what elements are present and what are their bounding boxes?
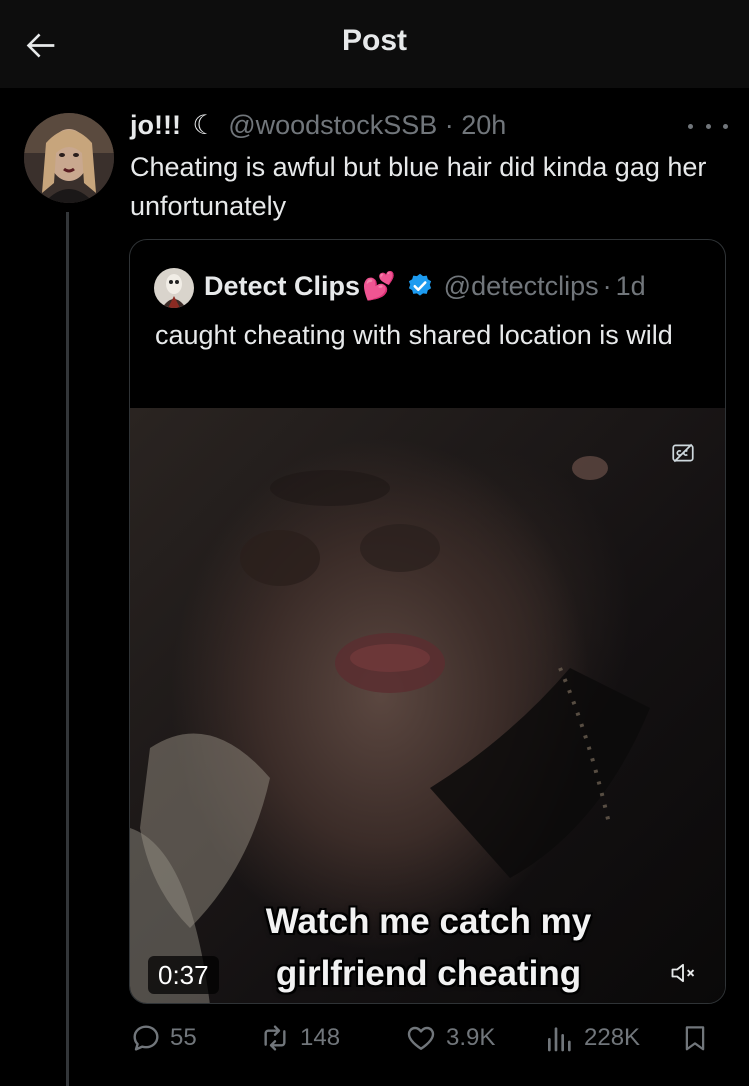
bookmark-icon <box>685 1026 705 1051</box>
separator-dot: · <box>602 270 612 301</box>
quote-avatar-image <box>154 268 194 308</box>
action-bar: 55 148 3.9K 228K <box>130 1016 730 1060</box>
quote-header: Detect Clips 💕 @detectclips · 1d <box>204 270 646 302</box>
captions-off-icon <box>672 443 694 463</box>
quote-avatar[interactable] <box>154 268 194 308</box>
avatar-image <box>24 113 114 203</box>
repost-icon <box>264 1025 286 1051</box>
video-duration-badge: 0:37 <box>148 956 219 994</box>
quote-author-handle[interactable]: @detectclips <box>444 271 599 302</box>
captions-button[interactable] <box>668 438 698 468</box>
author-name[interactable]: jo!!! <box>130 110 181 140</box>
volume-muted-icon <box>671 963 695 983</box>
repost-count: 148 <box>300 1024 341 1051</box>
post-header: jo!!! ☾ @woodstockSSB · 20h <box>130 110 506 141</box>
post-time[interactable]: 20h <box>461 110 506 140</box>
views-button[interactable]: 228K <box>544 1016 640 1060</box>
page-title: Post <box>341 24 407 57</box>
video-caption: Watch me catch my girlfriend cheating <box>130 896 725 1000</box>
views-chart-icon <box>548 1027 571 1052</box>
quoted-post-card[interactable]: Detect Clips 💕 @detectclips · 1d caught … <box>129 239 726 1004</box>
bookmark-button[interactable] <box>680 1016 718 1060</box>
video-player[interactable]: Watch me catch my girlfriend cheating 0:… <box>130 408 725 1003</box>
quote-text: caught cheating with shared location is … <box>155 320 673 350</box>
quote-author-emoji: 💕 <box>362 271 396 301</box>
post-text: Cheating is awful but blue hair did kind… <box>130 152 707 221</box>
verified-badge-icon <box>408 273 431 296</box>
author-handle[interactable]: @woodstockSSB <box>228 110 437 140</box>
more-dots-icon <box>688 123 693 129</box>
quote-time[interactable]: 1d <box>616 271 646 302</box>
like-count: 3.9K <box>446 1024 496 1051</box>
quote-author-name[interactable]: Detect Clips <box>204 271 360 302</box>
heart-icon <box>407 1026 435 1050</box>
mute-button[interactable] <box>666 956 700 990</box>
reply-button[interactable]: 55 <box>130 1016 197 1060</box>
reply-count: 55 <box>170 1024 197 1051</box>
top-bar: Post <box>0 0 749 88</box>
author-emoji: ☾ <box>192 110 217 140</box>
like-button[interactable]: 3.9K <box>404 1016 495 1060</box>
avatar[interactable] <box>24 113 114 203</box>
separator-dot: · <box>444 110 454 140</box>
more-options-button[interactable] <box>688 114 728 138</box>
thread-line <box>66 212 69 1086</box>
caption-line-2: girlfriend cheating <box>275 954 582 993</box>
repost-button[interactable]: 148 <box>258 1016 340 1060</box>
view-count: 228K <box>584 1024 641 1051</box>
reply-icon <box>133 1025 159 1051</box>
caption-line-1: Watch me catch my <box>265 902 592 941</box>
